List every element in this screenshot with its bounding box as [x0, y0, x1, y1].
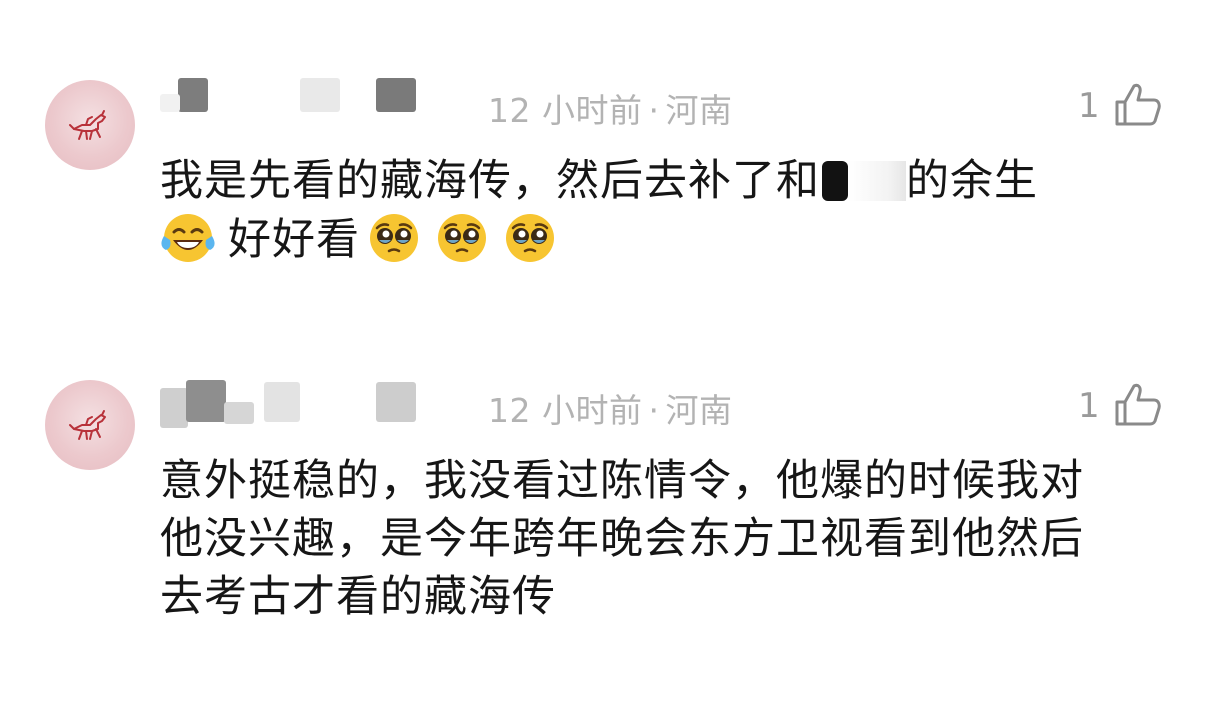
- meta-separator: ·: [648, 391, 660, 430]
- like-count: 1: [1078, 86, 1100, 126]
- avatar[interactable]: [45, 380, 135, 470]
- comment-text-part1: 我是先看的藏海传，然后去补了和: [160, 156, 820, 206]
- comment-time: 12 小时前: [488, 91, 643, 130]
- pleading-face-emoji-icon: [370, 214, 418, 262]
- horse-logo-icon: [69, 110, 106, 140]
- comment-text-part2: 的余生: [906, 156, 1038, 206]
- avatar[interactable]: [45, 80, 135, 170]
- thumbs-up-icon[interactable]: [1112, 380, 1162, 430]
- like-count: 1: [1078, 386, 1100, 426]
- comment-text: 我是先看的藏海传，然后去补了和 的余生 好好看: [160, 152, 1170, 269]
- pleading-face-emoji-icon: [438, 214, 486, 262]
- username-redacted[interactable]: [160, 372, 470, 428]
- comment-text-line1: 意外挺稳的，我没看过陈情令，他爆的时候我对: [160, 456, 1084, 506]
- comment-location: 河南: [665, 391, 733, 430]
- comment-meta: 12 小时前 · 河南: [488, 84, 732, 132]
- comment-text-line2: 他没兴趣，是今年跨年晚会东方卫视看到他然后: [160, 514, 1084, 564]
- comment-meta: 12 小时前 · 河南: [488, 384, 732, 432]
- comment-item: 12 小时前 · 河南 1 我是先看的藏海传，然后去补了和 的余生 好好看: [0, 60, 1206, 320]
- horse-logo-icon: [69, 410, 106, 440]
- thumbs-up-icon[interactable]: [1112, 80, 1162, 130]
- redacted-name-mark: [822, 161, 848, 201]
- face-with-tears-of-joy-emoji-icon: [161, 214, 215, 262]
- comment-time: 12 小时前: [488, 391, 643, 430]
- meta-separator: ·: [648, 91, 660, 130]
- comment-text-line3: 去考古才看的藏海传: [160, 572, 556, 622]
- redacted-name-blur: [848, 161, 906, 201]
- comment-item: 12 小时前 · 河南 1 意外挺稳的，我没看过陈情令，他爆的时候我对 他没兴趣，是…: [0, 360, 1206, 690]
- comment-text: 意外挺稳的，我没看过陈情令，他爆的时候我对 他没兴趣，是今年跨年晚会东方卫视看到…: [160, 452, 1170, 626]
- pleading-face-emoji-icon: [506, 214, 554, 262]
- comment-text-line2: 好好看: [228, 215, 360, 265]
- comment-location: 河南: [665, 91, 733, 130]
- username-redacted[interactable]: [160, 72, 470, 128]
